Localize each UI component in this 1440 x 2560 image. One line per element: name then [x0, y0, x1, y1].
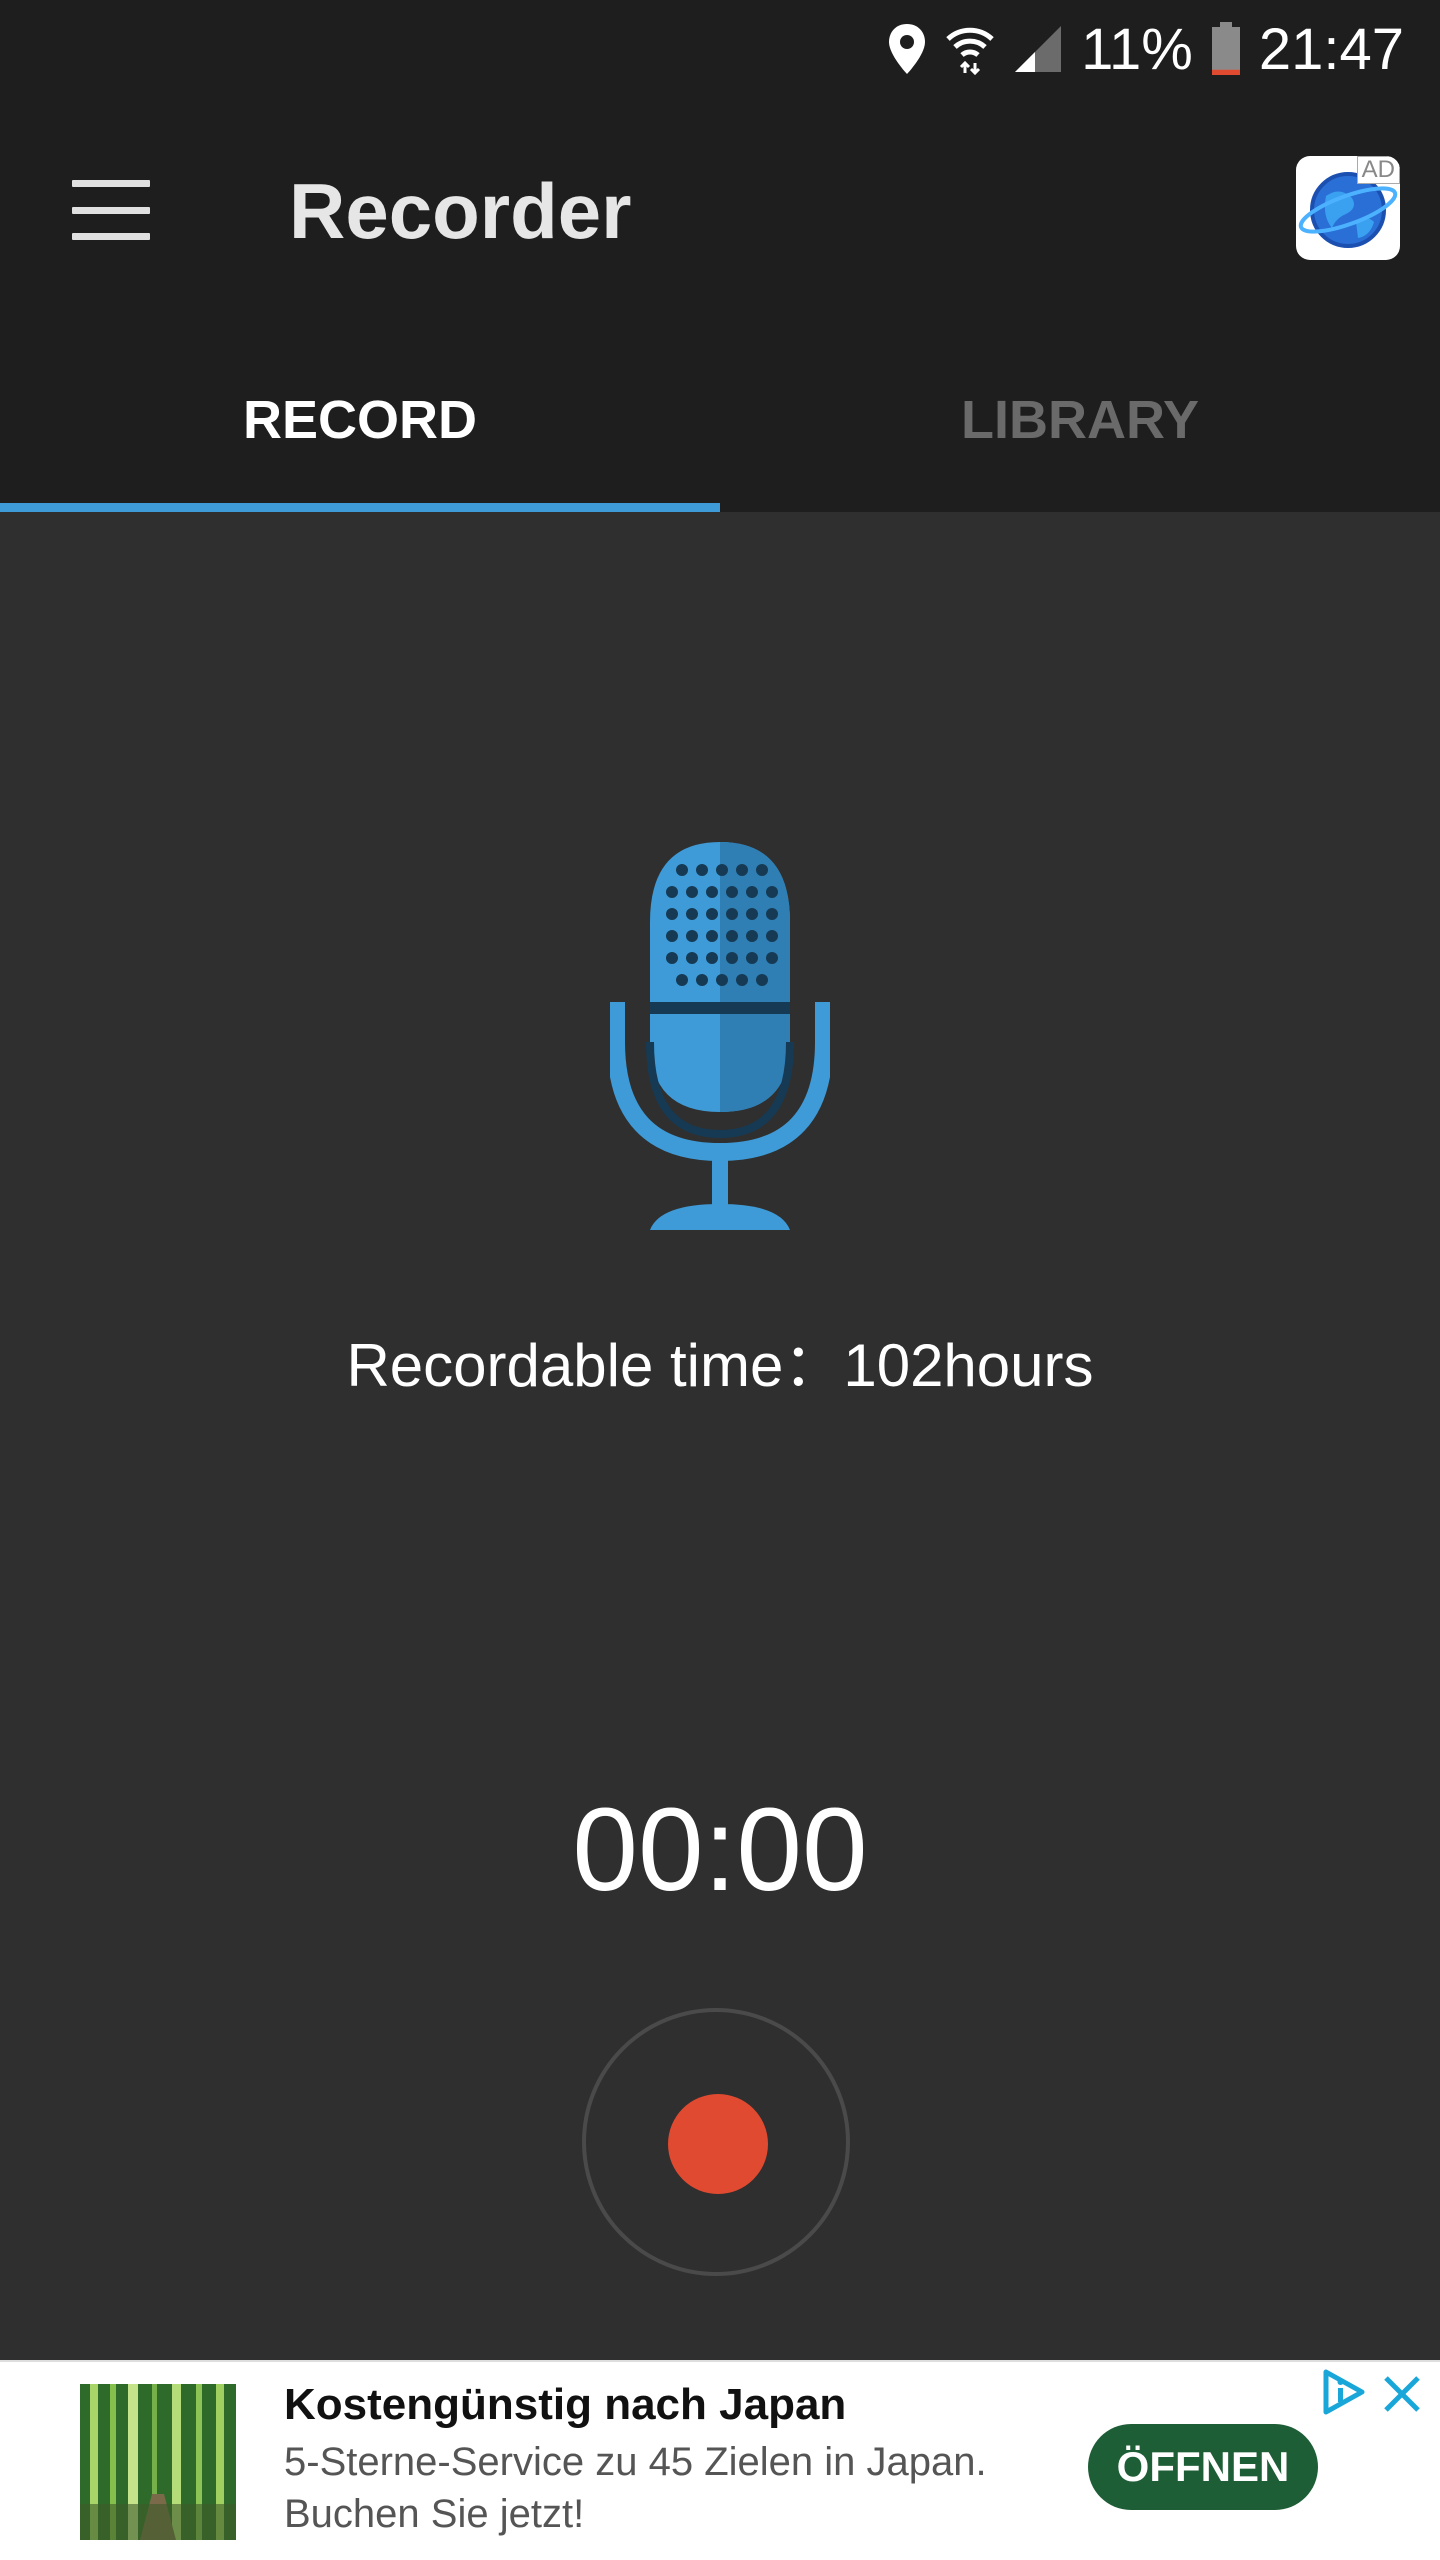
- ad-description-line1: 5-Sterne-Service zu 45 Zielen in Japan.: [284, 2440, 987, 2484]
- app-title: Recorder: [289, 167, 632, 255]
- ad-banner[interactable]: Kostengünstig nach Japan 5-Sterne-Servic…: [0, 2360, 1440, 2560]
- timer: 00:00: [572, 1784, 868, 1916]
- record-button[interactable]: [582, 2008, 850, 2276]
- wifi-icon: [946, 27, 994, 75]
- hamburger-menu-icon[interactable]: [72, 180, 150, 240]
- record-dot-icon: [668, 2094, 768, 2194]
- tab-library[interactable]: LIBRARY: [720, 328, 1440, 512]
- ad-image[interactable]: [80, 2384, 236, 2540]
- signal-icon: [1015, 26, 1062, 72]
- tab-record[interactable]: RECORD: [0, 328, 720, 512]
- ad-tag: AD: [1356, 156, 1400, 184]
- tab-bar: RECORD LIBRARY: [0, 328, 1440, 512]
- status-icons: 11% 21:47: [887, 14, 1404, 84]
- microphone-icon: [610, 842, 830, 1230]
- status-bar: 11% 21:47: [0, 0, 1440, 98]
- ad-open-button[interactable]: ÖFFNEN: [1088, 2424, 1318, 2510]
- battery-percent: 11%: [1081, 16, 1193, 82]
- close-icon[interactable]: [1380, 2372, 1424, 2416]
- battery-icon: [1211, 22, 1240, 75]
- clock: 21:47: [1258, 16, 1404, 82]
- record-screen: Recordable time：102hours 00:00: [0, 512, 1440, 2360]
- app-bar: Recorder AD: [0, 98, 1440, 328]
- ad-app-button[interactable]: AD: [1296, 156, 1400, 260]
- recordable-time: Recordable time：102hours: [346, 1332, 1094, 1399]
- location-icon: [889, 24, 926, 74]
- adchoices-icon[interactable]: [1320, 2368, 1368, 2416]
- ad-headline[interactable]: Kostengünstig nach Japan: [284, 2380, 846, 2430]
- ad-description-line2: Buchen Sie jetzt!: [284, 2492, 585, 2536]
- active-tab-indicator: [0, 503, 720, 512]
